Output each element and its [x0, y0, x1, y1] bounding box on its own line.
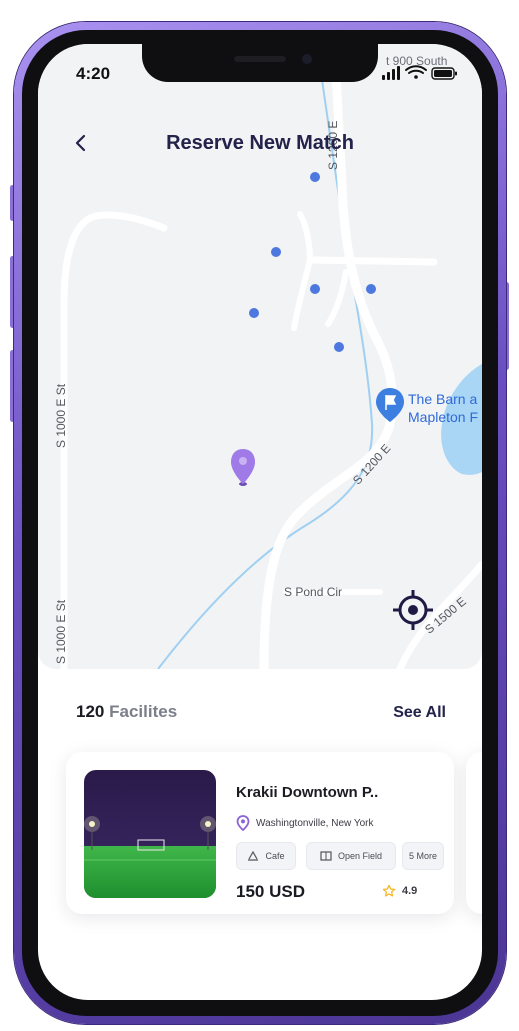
map-street-label: S 1000 E St: [54, 383, 68, 448]
wifi-icon: [405, 65, 427, 79]
battery-icon: [431, 67, 457, 80]
amenity-chip-label: Open Field: [337, 851, 383, 861]
map-street-label: S Pond Cir: [284, 585, 343, 599]
amenity-chip-more[interactable]: 5 More: [402, 842, 444, 870]
facility-marker[interactable]: [249, 308, 259, 318]
facility-marker[interactable]: [310, 284, 320, 294]
amenity-chip-cafe[interactable]: Cafe: [236, 842, 296, 870]
facility-location: Washingtonville, New York: [236, 814, 373, 832]
facilities-count: 120 Facilites: [76, 702, 177, 722]
star-icon: [382, 884, 396, 897]
location-pin-icon[interactable]: [231, 449, 255, 486]
map-street-label: S 1000 E St: [54, 599, 68, 664]
facility-marker[interactable]: [271, 247, 281, 257]
page-title: Reserve New Match: [166, 132, 354, 154]
facility-rating: 4.9: [382, 884, 417, 898]
phone-screen: S 1200 E S 1200 E S 1000 E St S 1000 E S…: [38, 44, 482, 1000]
facilities-label: Facilites: [109, 702, 178, 721]
facility-rating-value: 4.9: [402, 885, 418, 897]
facility-location-text: Washingtonville, New York: [256, 817, 374, 829]
signal-icon: [382, 66, 400, 80]
amenity-chip-label: 5 More: [408, 851, 437, 861]
facility-marker[interactable]: [334, 342, 344, 352]
facility-title: Krakii Downtown P..: [236, 784, 379, 801]
status-icons: [380, 65, 458, 81]
facility-marker[interactable]: [366, 284, 376, 294]
front-camera: [302, 54, 312, 64]
amenity-chip-label: Cafe: [265, 851, 285, 861]
facility-image: [84, 770, 216, 898]
amenity-chip-open-field[interactable]: Open Field: [306, 842, 396, 870]
facility-card[interactable]: Krakii Downtown P.. Washingtonville, New…: [66, 752, 454, 914]
see-all-link[interactable]: See All: [393, 704, 446, 722]
location-pin-icon: [236, 815, 250, 831]
poi-label[interactable]: The Barn a Mapleton F: [408, 390, 478, 426]
poi-flag-icon[interactable]: [376, 388, 404, 422]
facilities-number: 120: [76, 702, 105, 721]
speaker-grille: [234, 56, 286, 62]
facility-card-next[interactable]: [466, 752, 482, 914]
cafe-icon: [248, 851, 259, 861]
poi-label-line: Mapleton F: [408, 409, 479, 425]
phone-notch: [142, 44, 378, 82]
field-icon: [320, 851, 332, 861]
facility-marker[interactable]: [310, 172, 320, 182]
poi-label-line: The Barn a: [408, 391, 478, 407]
roads: [60, 69, 482, 669]
status-time: 4:20: [76, 64, 111, 83]
facility-price: 150 USD: [236, 882, 305, 901]
